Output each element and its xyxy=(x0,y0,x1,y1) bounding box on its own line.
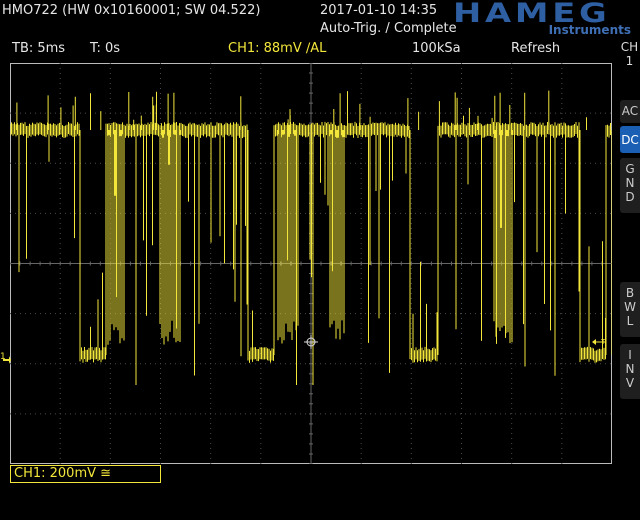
channel-label-text: CH 1 xyxy=(620,40,639,68)
channel-side-panel: CH 1 AC DC G N D B W L I N V xyxy=(619,40,640,460)
waveform-display[interactable]: T xyxy=(10,63,612,464)
datetime: 2017-01-10 14:35 xyxy=(320,3,438,18)
device-info: HMO722 (HW 0x10160001; SW 04.522) xyxy=(2,3,261,18)
ground-marker-label: 1 xyxy=(0,352,6,362)
sample-rate-readout: 100kSa xyxy=(412,41,461,56)
trigger-time-readout[interactable]: T: 0s xyxy=(90,41,120,56)
brand-logo: HAMEG Instruments xyxy=(453,0,631,38)
svg-text:T: T xyxy=(600,338,606,346)
coupling-dc-button[interactable]: DC xyxy=(620,126,640,153)
timebase-readout[interactable]: TB: 5ms xyxy=(12,41,65,56)
coupling-ac-button[interactable]: AC xyxy=(620,100,640,123)
coupling-dc-label: DC xyxy=(621,133,639,147)
acquisition-mode[interactable]: Refresh xyxy=(511,41,560,56)
trigger-status: Auto-Trig. / Complete xyxy=(320,21,457,36)
bandwidth-limit-label: B W L xyxy=(624,286,636,328)
channel-label: CH 1 xyxy=(619,40,640,68)
coupling-gnd-button[interactable]: G N D xyxy=(620,158,640,213)
ch1-vertical-setting[interactable]: CH1: 200mV ≅ xyxy=(10,465,161,483)
coupling-gnd-label: G N D xyxy=(625,162,635,204)
ch1-trigger-readout[interactable]: CH1: 88mV ∕AL xyxy=(228,41,326,56)
ground-marker: 1 xyxy=(0,352,11,366)
invert-label: I N V xyxy=(625,348,635,390)
bandwidth-limit-button[interactable]: B W L xyxy=(620,282,640,337)
coupling-ac-label: AC xyxy=(621,104,639,118)
brand-subtitle: Instruments xyxy=(548,23,631,37)
invert-button[interactable]: I N V xyxy=(620,344,640,399)
